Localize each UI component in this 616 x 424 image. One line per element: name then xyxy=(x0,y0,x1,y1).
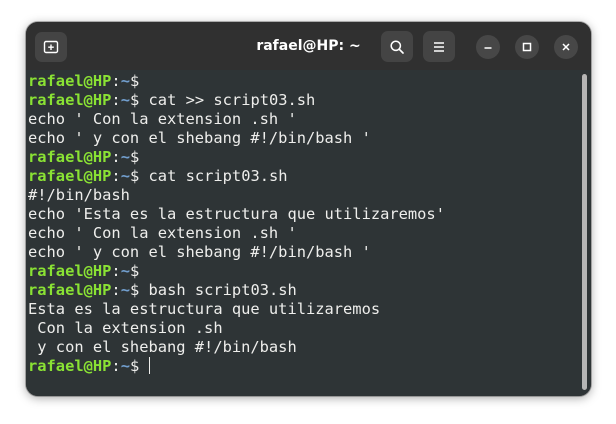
title-bar[interactable]: rafael@HP: ~ xyxy=(26,22,591,70)
prompt-path: ~ xyxy=(120,357,130,375)
prompt-user-host: rafael@HP xyxy=(28,91,112,109)
output-line: echo ' Con la extension .sh ' xyxy=(28,110,297,128)
prompt-path: ~ xyxy=(120,281,130,299)
prompt-path: ~ xyxy=(120,167,130,185)
prompt-separator: : xyxy=(111,72,121,90)
prompt-line: rafael@HP:~$ cat >> script03.sh xyxy=(28,91,445,110)
prompt-line: rafael@HP:~$ xyxy=(28,357,445,376)
output-line: #!/bin/bash xyxy=(28,186,130,204)
prompt-symbol: $ xyxy=(129,91,140,109)
prompt-path: ~ xyxy=(120,262,130,280)
output-line: Con la extension .sh xyxy=(28,319,223,337)
output-line: Esta es la estructura que utilizaremos xyxy=(28,300,381,318)
close-icon xyxy=(562,43,570,51)
command-text: bash script03.sh xyxy=(148,281,297,299)
hamburger-menu-icon xyxy=(434,41,444,52)
output-line: echo ' y con el shebang #!/bin/bash ' xyxy=(28,129,371,147)
command-text: cat >> script03.sh xyxy=(148,91,316,109)
text-cursor xyxy=(148,357,150,374)
prompt-symbol: $ xyxy=(129,262,140,280)
prompt-user-host: rafael@HP xyxy=(28,148,112,166)
prompt-user-host: rafael@HP xyxy=(28,72,112,90)
output-line: echo 'Esta es la estructura que utilizar… xyxy=(28,205,445,223)
new-tab-icon xyxy=(43,40,59,54)
maximize-button[interactable] xyxy=(515,35,539,59)
prompt-user-host: rafael@HP xyxy=(28,262,112,280)
search-button[interactable] xyxy=(381,31,413,62)
prompt-symbol: $ xyxy=(129,167,140,185)
prompt-separator: : xyxy=(111,357,121,375)
scrollbar[interactable] xyxy=(582,74,587,390)
prompt-separator: : xyxy=(111,281,121,299)
prompt-path: ~ xyxy=(120,91,130,109)
prompt-line: rafael@HP:~$ xyxy=(28,262,445,281)
maximize-icon xyxy=(522,42,532,52)
output-line: echo ' y con el shebang #!/bin/bash ' xyxy=(28,243,371,261)
prompt-separator: : xyxy=(111,91,121,109)
terminal-view[interactable]: rafael@HP:~$ rafael@HP:~$ cat >> script0… xyxy=(26,70,591,396)
prompt-separator: : xyxy=(111,262,121,280)
prompt-line: rafael@HP:~$ xyxy=(28,72,445,91)
minimize-icon xyxy=(484,47,492,49)
prompt-line: rafael@HP:~$ xyxy=(28,148,445,167)
terminal-window: rafael@HP: ~ rafael@HP:~$ rafael@HP:~$ c… xyxy=(26,22,591,396)
search-icon xyxy=(390,39,404,54)
prompt-separator: : xyxy=(111,167,121,185)
terminal-output: rafael@HP:~$ rafael@HP:~$ cat >> script0… xyxy=(28,72,445,376)
close-button[interactable] xyxy=(554,35,578,59)
prompt-user-host: rafael@HP xyxy=(28,357,112,375)
prompt-path: ~ xyxy=(120,72,130,90)
new-tab-button[interactable] xyxy=(35,32,67,62)
prompt-separator: : xyxy=(111,148,121,166)
prompt-symbol: $ xyxy=(129,148,140,166)
menu-button[interactable] xyxy=(423,31,455,62)
prompt-line: rafael@HP:~$ cat script03.sh xyxy=(28,167,445,186)
command-text: cat script03.sh xyxy=(148,167,288,185)
prompt-line: rafael@HP:~$ bash script03.sh xyxy=(28,281,445,300)
output-line: echo ' Con la extension .sh ' xyxy=(28,224,297,242)
output-line: y con el shebang #!/bin/bash xyxy=(28,338,297,356)
prompt-symbol: $ xyxy=(129,357,140,375)
prompt-user-host: rafael@HP xyxy=(28,167,112,185)
prompt-user-host: rafael@HP xyxy=(28,281,112,299)
prompt-symbol: $ xyxy=(129,72,140,90)
minimize-button[interactable] xyxy=(476,35,500,59)
prompt-path: ~ xyxy=(120,148,130,166)
window-title: rafael@HP: ~ xyxy=(256,38,361,54)
prompt-symbol: $ xyxy=(129,281,140,299)
